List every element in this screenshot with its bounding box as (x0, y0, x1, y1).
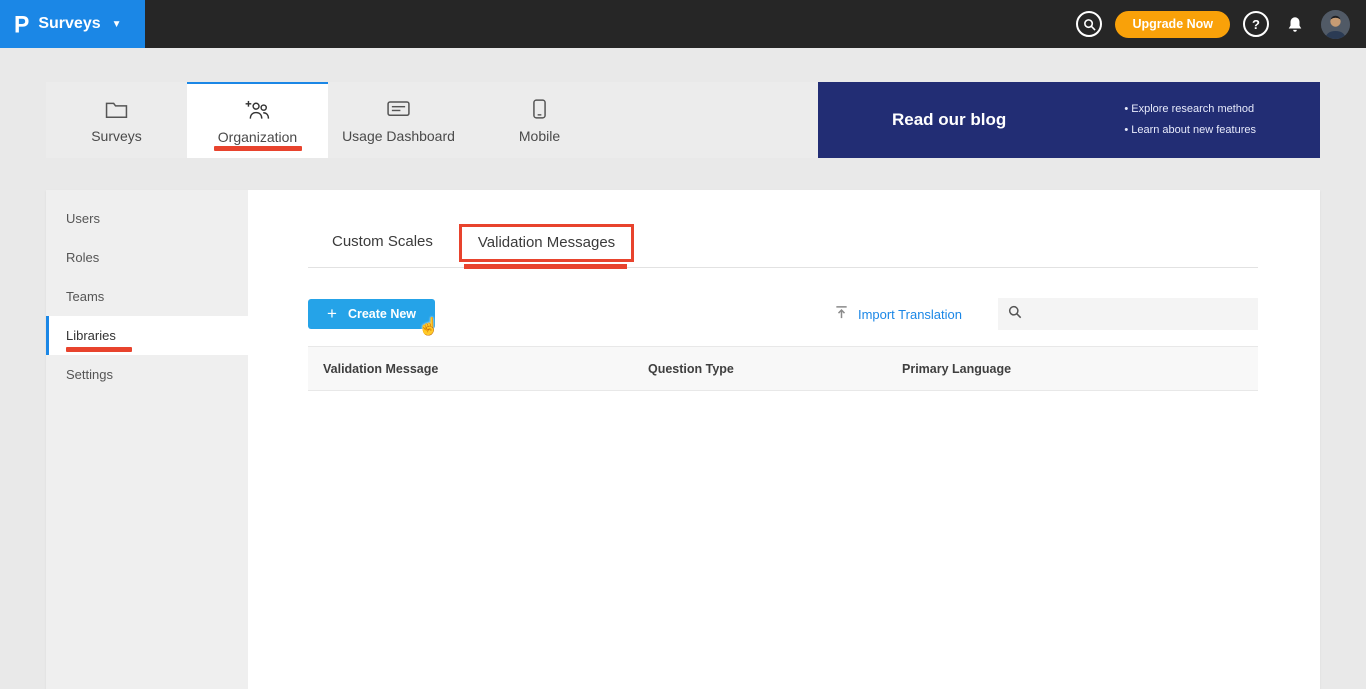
primary-nav-tabs: Surveys Organization Usage Dashboard Mob… (46, 82, 610, 158)
create-new-button[interactable]: + Create New (308, 299, 436, 329)
sidebar-item-label: Settings (66, 367, 113, 382)
nav-tab-surveys[interactable]: Surveys (46, 82, 187, 158)
create-new-label: Create New (347, 307, 417, 321)
column-header-question-type: Question Type (648, 361, 734, 376)
sidebar-item-label: Teams (66, 289, 105, 304)
libraries-content: Custom Scales Validation Messages + Crea… (248, 190, 1320, 689)
brand-product-name: Surveys (38, 15, 101, 32)
blog-bullet-list: Explore research method Learn about new … (1124, 99, 1256, 141)
toolbar-right: Import Translation (834, 298, 1258, 330)
folder-icon (105, 97, 128, 119)
library-tabs: Custom Scales Validation Messages (308, 190, 1258, 269)
nav-tab-mobile[interactable]: Mobile (469, 82, 610, 158)
brand-switcher[interactable]: P Surveys ▼ (0, 0, 145, 48)
search-input[interactable] (1029, 306, 1248, 322)
nav-tab-label: Usage Dashboard (342, 127, 455, 144)
upgrade-now-button[interactable]: Upgrade Now (1115, 10, 1230, 38)
search-box[interactable] (998, 298, 1258, 330)
column-header-primary-language: Primary Language (902, 361, 1012, 376)
primary-nav: Surveys Organization Usage Dashboard Mob… (46, 82, 1320, 158)
column-header-validation-message: Validation Message (323, 361, 439, 376)
brand-logo: P (14, 9, 30, 38)
annotation-underline-libraries (66, 347, 132, 352)
search-icon (1008, 305, 1022, 324)
import-translation-label: Import Translation (857, 306, 962, 322)
mobile-icon (533, 97, 546, 119)
annotation-underline-organization (213, 146, 302, 151)
plus-icon: + (327, 304, 337, 323)
toolbar: + Create New ☝ Import Translation (308, 298, 1258, 336)
chevron-down-icon: ▼ (111, 18, 122, 30)
topbar-actions: Upgrade Now ? (1076, 9, 1366, 39)
import-icon (834, 305, 849, 323)
organization-people-icon (245, 98, 270, 120)
dashboard-icon (387, 97, 410, 119)
sidebar-item-libraries[interactable]: Libraries (46, 316, 248, 355)
search-icon[interactable] (1076, 11, 1103, 37)
sidebar-item-roles[interactable]: Roles (46, 238, 248, 277)
tab-label: Validation Messages (477, 234, 616, 251)
help-icon[interactable]: ? (1243, 11, 1269, 37)
table-header-row: Validation Message Question Type Primary… (308, 346, 1258, 391)
nav-tab-label: Organization (217, 128, 298, 145)
nav-tab-label: Surveys (91, 127, 142, 144)
tab-custom-scales[interactable]: Custom Scales (332, 233, 433, 267)
tab-validation-messages[interactable]: Validation Messages (458, 224, 635, 269)
sidebar-item-settings[interactable]: Settings (46, 355, 248, 394)
blog-title: Read our blog (892, 110, 1007, 129)
sidebar-item-users[interactable]: Users (46, 199, 248, 238)
nav-tab-organization[interactable]: Organization (187, 82, 328, 158)
sidebar-item-teams[interactable]: Teams (46, 277, 248, 316)
notifications-icon[interactable] (1282, 11, 1308, 37)
blog-bullet: Learn about new features (1124, 120, 1256, 141)
nav-tab-usage-dashboard[interactable]: Usage Dashboard (328, 82, 469, 158)
settings-sidebar: Users Roles Teams Libraries Settings (46, 190, 248, 689)
topbar: P Surveys ▼ Upgrade Now ? (0, 0, 1366, 48)
sidebar-item-label: Users (66, 211, 100, 226)
main-card: Users Roles Teams Libraries Settings Cus… (46, 190, 1320, 689)
blog-bullet: Explore research method (1124, 99, 1256, 120)
avatar[interactable] (1321, 9, 1350, 39)
import-translation-link[interactable]: Import Translation (834, 305, 962, 323)
blog-panel[interactable]: Read our blog Explore research method Le… (818, 82, 1320, 158)
sidebar-item-label: Libraries (66, 328, 116, 343)
sidebar-item-label: Roles (66, 250, 100, 265)
nav-tab-label: Mobile (518, 127, 561, 144)
